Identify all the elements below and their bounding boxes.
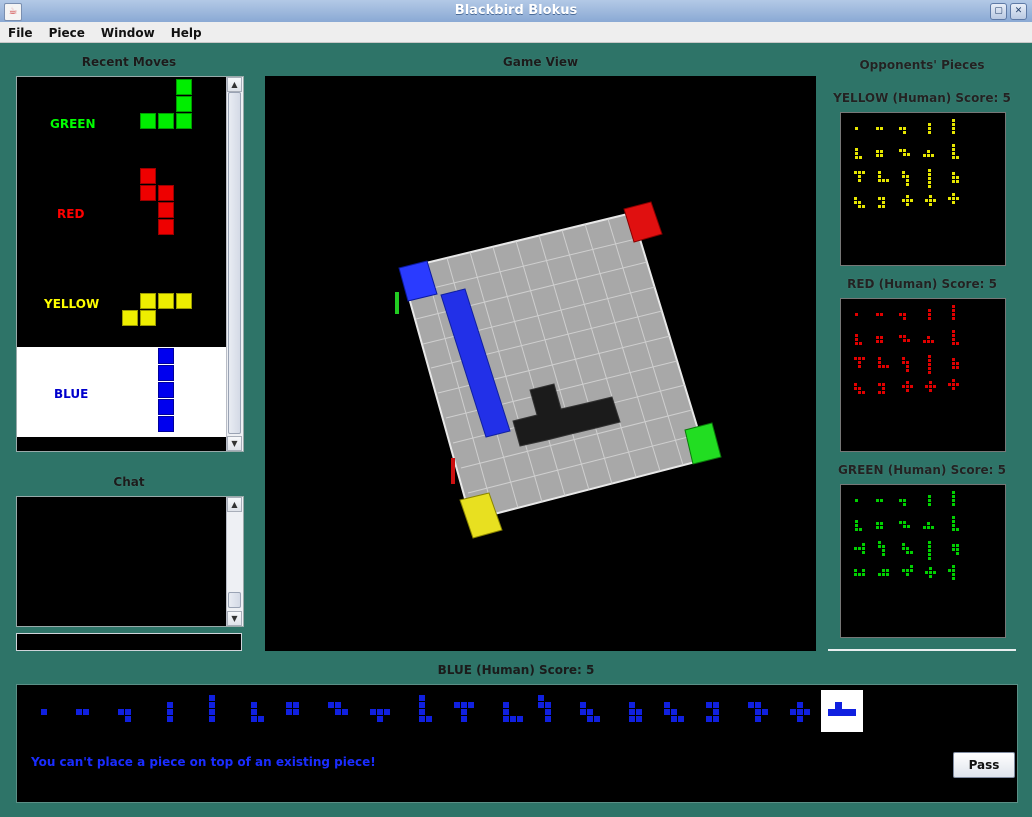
status-message: You can't place a piece on top of an exi… [31,755,376,769]
recent-move-player: GREEN [50,117,96,131]
close-icon[interactable]: ✕ [1010,3,1027,20]
piece-2 [76,709,89,715]
opponent-green-title: GREEN (Human) Score: 5 [838,463,1006,477]
maximize-icon[interactable]: ▢ [990,3,1007,20]
recent-move-player: BLUE [54,387,89,401]
scroll-up-icon[interactable]: ▲ [227,77,242,92]
board-3d[interactable] [265,76,816,651]
chat-log[interactable]: ▲ ▼ [16,496,244,627]
piece-7 [286,702,299,715]
opponents-pieces-label: Opponents' Pieces [859,58,985,72]
opponent-yellow-title: YELLOW (Human) Score: 5 [833,91,1011,105]
piece-9 [370,709,390,722]
piece-4 [167,702,173,722]
chat-label: Chat [113,475,145,489]
scroll-down-icon[interactable]: ▼ [227,611,242,626]
yellow-piece-grid [854,119,959,208]
recent-move-player: YELLOW [44,297,100,311]
recent-move-blue: BLUE [17,347,226,437]
opponent-green-pieces [840,484,1006,638]
piece-17 [706,702,719,722]
game-view-label: Game View [502,55,579,69]
green-piece-grid [854,491,959,580]
scroll-down-icon[interactable]: ▼ [227,436,242,451]
opponent-yellow-pieces [840,112,1006,266]
piece-15 [629,702,642,722]
recent-move-green: GREEN [17,77,226,167]
title-bar: ☕ Blackbird Blokus ▢ ✕ [0,0,1032,23]
game-view-canvas[interactable] [265,76,816,651]
recent-moves-panel: GREEN RED YELLOW BLUE ▲ ▼ [16,76,244,452]
piece-10 [419,695,432,722]
piece-14 [580,702,600,722]
menu-piece[interactable]: Piece [41,24,93,40]
recent-move-player: RED [57,207,85,221]
menu-file[interactable]: File [0,24,41,40]
piece-18 [748,702,768,722]
player-piece-tray[interactable] [17,685,1017,745]
piece-5 [209,695,215,722]
piece-11 [454,702,474,722]
selected-piece[interactable] [821,690,863,732]
piece-3 [118,709,131,722]
piece-16 [664,702,684,722]
scroll-thumb[interactable] [228,92,241,434]
opponent-red-pieces [840,298,1006,452]
opponent-red-title: RED (Human) Score: 5 [847,277,997,291]
piece-1 [41,709,47,715]
piece-8 [328,702,348,715]
player-pieces-panel: You can't place a piece on top of an exi… [16,684,1018,803]
recent-move-red: RED [17,167,226,257]
pass-button[interactable]: Pass [953,752,1015,778]
menu-bar: File Piece Window Help [0,22,1032,43]
player-score: BLUE (Human) Score: 5 [437,663,595,677]
red-piece-grid [854,305,959,394]
chat-input[interactable] [16,633,242,651]
piece-6 [251,702,264,722]
piece-13 [538,695,551,722]
scroll-up-icon[interactable]: ▲ [227,497,242,512]
recent-moves-label: Recent Moves [81,55,177,69]
chat-scrollbar[interactable]: ▲ ▼ [226,497,243,626]
piece-19 [790,702,810,722]
piece-12 [503,702,523,722]
menu-help[interactable]: Help [163,24,210,40]
window-title: Blackbird Blokus [454,3,578,18]
scroll-thumb[interactable] [228,592,241,608]
recent-moves-scrollbar[interactable]: ▲ ▼ [226,77,243,451]
menu-window[interactable]: Window [93,24,163,40]
recent-move-yellow: YELLOW [17,257,226,347]
separator [828,649,1016,651]
